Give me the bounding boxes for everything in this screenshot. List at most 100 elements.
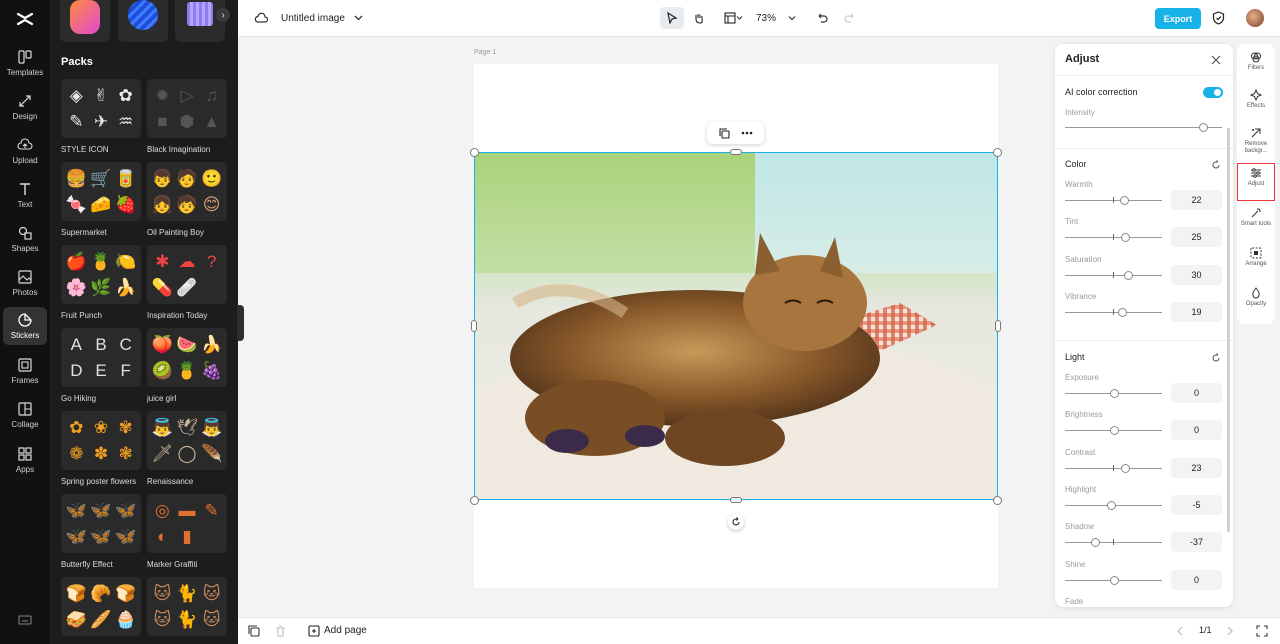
slider-highlight[interactable]	[1065, 500, 1162, 510]
rail-item-templates[interactable]: Templates	[3, 43, 47, 83]
value-input-highlight[interactable]: -5	[1171, 494, 1222, 515]
ai-color-correction-toggle[interactable]	[1203, 87, 1223, 98]
tool-adjust[interactable]: Adjust	[1237, 163, 1275, 201]
sticker-pack-preview[interactable]: 🍔 🛒 🥫 🍬 🧀 🍓	[61, 162, 141, 221]
slider-thumb[interactable]	[1109, 389, 1119, 398]
slider-thumb[interactable]	[1091, 538, 1101, 548]
redo-icon[interactable]	[844, 12, 856, 24]
rail-item-apps[interactable]: Apps	[3, 440, 47, 480]
slider-thumb[interactable]	[1109, 575, 1119, 585]
rail-item-design[interactable]: Design	[3, 87, 47, 127]
more-options-icon[interactable]	[741, 131, 753, 135]
sticker-pack-preview[interactable]: 🐱 🐈 🐱 🐱 🐈 🐱	[147, 577, 227, 636]
sticker-pack[interactable]: A B C D E F Go Hiking	[61, 328, 142, 403]
sticker-pack[interactable]: ◈ ✌ ✿ ✎ ✈ ♒ STYLE ICON	[61, 79, 142, 154]
sticker-pack[interactable]: ✱ ☁? 💊 🩹 Inspiration Today	[147, 245, 228, 320]
sticker-thumb[interactable]	[118, 0, 168, 42]
value-input-exposure[interactable]: 0	[1171, 383, 1222, 403]
rail-item-frames[interactable]: Frames	[3, 351, 47, 391]
resize-handle[interactable]	[470, 148, 479, 157]
document-title[interactable]: Untitled image	[281, 13, 345, 24]
value-input-saturation[interactable]: 30	[1171, 264, 1222, 285]
undo-icon[interactable]	[816, 12, 828, 24]
duplicate-icon[interactable]	[718, 127, 730, 139]
rail-item-stickers[interactable]: Stickers	[3, 307, 47, 345]
chevron-down-icon[interactable]	[736, 15, 743, 21]
slider-thumb[interactable]	[1121, 463, 1131, 473]
sticker-pack-preview[interactable]: 🍞 🥐 🍞 🥪 🥖 🧁	[61, 577, 141, 636]
sticker-pack-preview[interactable]: ◈ ✌ ✿ ✎ ✈ ♒	[61, 79, 141, 138]
sticker-pack-preview[interactable]: ◎ ▬ ✎ ◐ ▮	[147, 494, 227, 553]
sticker-thumb[interactable]	[175, 0, 225, 42]
resize-handle[interactable]	[471, 320, 477, 332]
avatar[interactable]	[1246, 9, 1264, 27]
reset-icon[interactable]	[1211, 160, 1221, 170]
slider-thumb[interactable]	[1121, 233, 1131, 243]
sticker-pack-preview[interactable]: ABC DEF	[61, 328, 141, 387]
duplicate-page-icon[interactable]	[248, 625, 260, 637]
sticker-pack-preview[interactable]: 🍑 🍉 🍌 🥝 🍍 🍇	[147, 328, 227, 387]
sticker-pack-preview[interactable]: ✿ ❀ ✾ ❁ ✽ ❃	[61, 411, 141, 470]
slider-thumb[interactable]	[1199, 123, 1209, 132]
rail-item-photos[interactable]: Photos	[3, 263, 47, 303]
sticker-pack-preview[interactable]: ✹ ▷ ♫ ■ ⬢ ▲	[147, 79, 227, 138]
sticker-pack[interactable]: ◎ ▬ ✎ ◐ ▮ Marker Graffiti	[147, 494, 228, 569]
tool-filters[interactable]: Filters	[1238, 48, 1274, 84]
sticker-pack-preview[interactable]: 🦋 🦋 🦋 🦋 🦋 🦋	[61, 494, 141, 553]
add-page-icon[interactable]	[308, 625, 320, 637]
value-input-warmth[interactable]: 22	[1171, 190, 1222, 210]
tool-smart-tools[interactable]: Smart tools	[1238, 204, 1274, 240]
resize-handle[interactable]	[730, 149, 742, 155]
slider-thumb[interactable]	[1120, 196, 1130, 205]
slider-thumb[interactable]	[1124, 270, 1134, 280]
slider-tint[interactable]	[1065, 233, 1162, 243]
tool-remove-backgr[interactable]: Remove backgr...	[1238, 124, 1274, 160]
sticker-pack[interactable]: 👼 🕊 👼 🗡 ◯ 🪶 Renaissance	[147, 411, 228, 486]
sticker-pack[interactable]: 🍔 🛒 🥫 🍬 🧀 🍓 Supermarket	[61, 162, 142, 237]
capcut-logo[interactable]	[15, 9, 35, 29]
value-input-shine[interactable]: 0	[1171, 569, 1222, 590]
intensity-slider[interactable]	[1065, 123, 1222, 132]
rail-item-collage[interactable]: Collage	[3, 395, 47, 435]
resize-handle[interactable]	[730, 497, 742, 503]
tool-arrange[interactable]: Arrange	[1238, 244, 1274, 280]
cat-photo[interactable]	[474, 152, 998, 500]
select-tool-button[interactable]	[660, 7, 684, 29]
resize-handle[interactable]	[993, 496, 1002, 505]
slider-shadow[interactable]	[1065, 538, 1162, 548]
sticker-pack[interactable]: 🦋 🦋 🦋 🦋 🦋 🦋 Butterfly Effect	[61, 494, 142, 569]
sticker-pack-preview[interactable]: ✱ ☁? 💊 🩹	[147, 245, 227, 304]
sticker-pack[interactable]: ✹ ▷ ♫ ■ ⬢ ▲ Black Imagination	[147, 79, 228, 154]
fullscreen-icon[interactable]	[1256, 625, 1268, 637]
sticker-pack[interactable]: ✿ ❀ ✾ ❁ ✽ ❃ Spring poster flowers	[61, 411, 142, 486]
zoom-level[interactable]: 73%	[756, 13, 776, 24]
sticker-pack-preview[interactable]: 👦 🧑 🙂 👧 🧒 😊	[147, 162, 227, 221]
value-input-brightness[interactable]: 0	[1171, 420, 1222, 441]
sticker-pack[interactable]: 🍑 🍉 🍌 🥝 🍍 🍇 juice girl	[147, 328, 228, 403]
rail-item-shapes[interactable]: Shapes	[3, 219, 47, 259]
slider-shine[interactable]	[1065, 575, 1162, 585]
slider-warmth[interactable]	[1065, 196, 1162, 205]
value-input-tint[interactable]: 25	[1171, 227, 1222, 248]
rail-item-upload[interactable]: Upload	[3, 131, 47, 171]
resize-handle[interactable]	[995, 320, 1001, 332]
delete-page-icon[interactable]	[275, 625, 286, 637]
scrollbar[interactable]	[1227, 128, 1230, 532]
slider-thumb[interactable]	[1109, 426, 1119, 436]
sticker-pack[interactable]: 🍞🥐🍞🥪🥖🧁Dessert Bread	[61, 577, 142, 644]
value-input-contrast[interactable]: 23	[1171, 457, 1222, 478]
slider-saturation[interactable]	[1065, 270, 1162, 280]
slider-contrast[interactable]	[1065, 463, 1162, 473]
sticker-thumb[interactable]	[60, 0, 110, 42]
slider-exposure[interactable]	[1065, 389, 1162, 398]
resize-handle[interactable]	[470, 496, 479, 505]
tool-opacity[interactable]: Opacity	[1238, 284, 1274, 320]
cloud-sync-icon[interactable]	[254, 12, 268, 24]
export-button[interactable]: Export	[1155, 8, 1201, 29]
value-input-vibrance[interactable]: 19	[1171, 301, 1222, 322]
hand-tool-button[interactable]	[687, 7, 711, 29]
value-input-shadow[interactable]: -37	[1171, 532, 1222, 553]
rail-item-text[interactable]: Text	[3, 175, 47, 215]
add-page-button[interactable]: Add page	[324, 625, 367, 636]
slider-brightness[interactable]	[1065, 426, 1162, 436]
